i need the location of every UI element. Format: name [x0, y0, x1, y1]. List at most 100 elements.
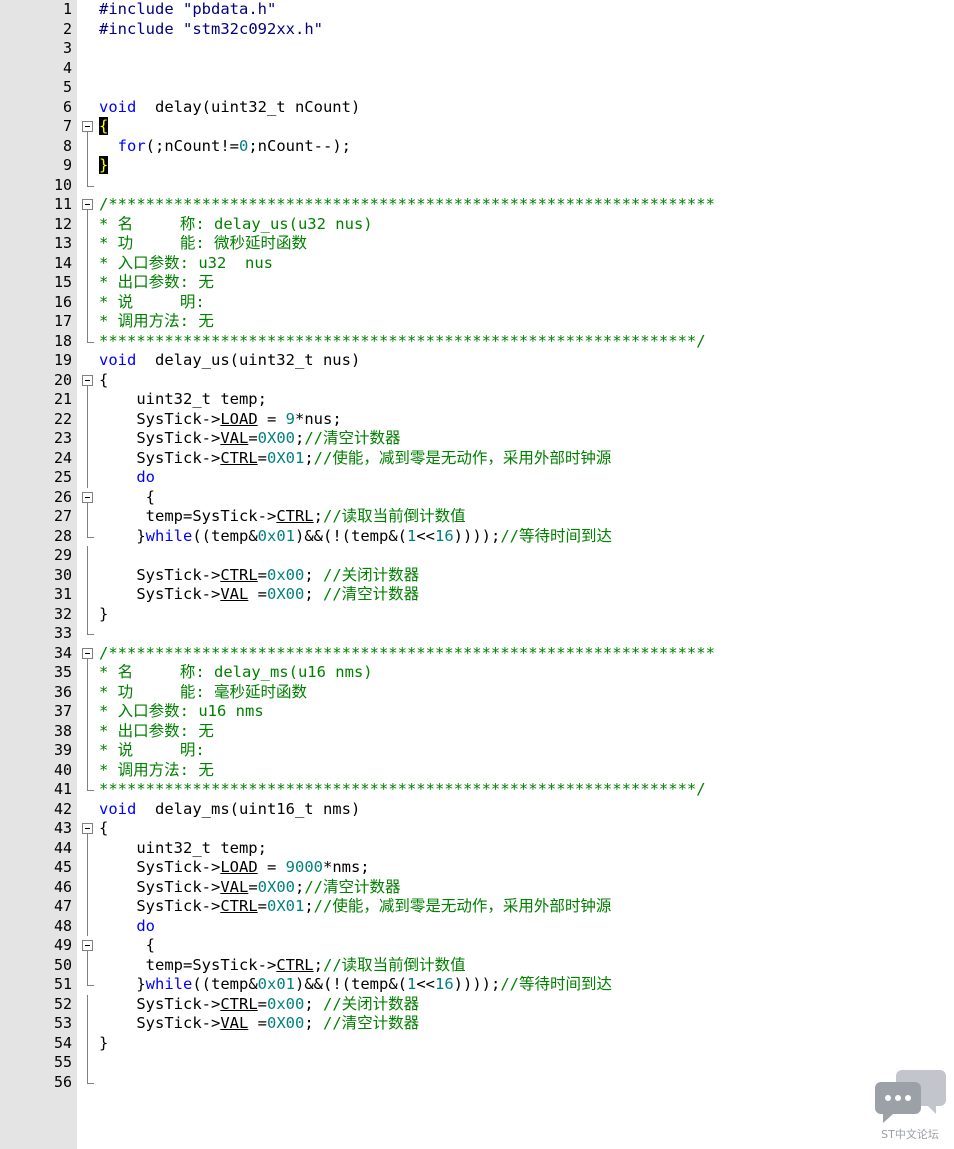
code-line[interactable]: 8 for(;nCount!=0;nCount--);	[0, 136, 954, 157]
code-line[interactable]: 39 * 说 明:	[0, 741, 954, 761]
code-line[interactable]: 5	[0, 78, 954, 98]
code-line[interactable]: 13 * 功 能: 微秒延时函数	[0, 234, 954, 254]
code-line[interactable]: 16 * 说 明:	[0, 292, 954, 313]
code-line[interactable]: 11 /*************************************…	[0, 195, 954, 215]
code-line[interactable]: 18 **************************************…	[0, 331, 954, 352]
code-text[interactable]: {	[99, 488, 155, 508]
fold-collapse-icon[interactable]	[78, 488, 98, 507]
code-line[interactable]: 45 SysTick->LOAD = 9000*nms;	[0, 858, 954, 878]
code-line[interactable]: 43 {	[0, 819, 954, 839]
code-line[interactable]: 30 SysTick->CTRL=0x00; //关闭计数器	[0, 565, 954, 586]
code-line[interactable]: 4	[0, 59, 954, 79]
code-line[interactable]: 7{	[0, 117, 954, 137]
code-text[interactable]: SysTick->CTRL=0X01;//使能，减到零是无动作，采用外部时钟源	[99, 897, 611, 917]
code-text[interactable]: }while((temp&0x01)&&(!(temp&(1<<16))));/…	[99, 975, 612, 995]
code-text[interactable]: * 功 能: 微秒延时函数	[99, 234, 307, 254]
code-text[interactable]: * 名 称: delay_us(u32 nus)	[99, 215, 373, 235]
code-line[interactable]: 1 #include "pbdata.h"	[0, 0, 954, 20]
code-line[interactable]: 52 SysTick->CTRL=0x00; //关闭计数器	[0, 994, 954, 1015]
code-line[interactable]: 28 }while((temp&0x01)&&(!(temp&(1<<16)))…	[0, 526, 954, 547]
code-line[interactable]: 20 {	[0, 371, 954, 391]
code-text[interactable]: * 功 能: 毫秒延时函数	[99, 683, 307, 703]
code-line[interactable]: 32}	[0, 604, 954, 625]
code-text[interactable]: }	[99, 605, 108, 625]
code-line[interactable]: 9}	[0, 156, 954, 176]
code-text[interactable]: }	[99, 1034, 108, 1054]
code-text[interactable]: * 调用方法: 无	[99, 761, 214, 781]
code-line[interactable]: 31 SysTick->VAL =0X00; //清空计数器	[0, 585, 954, 605]
code-line[interactable]: 29	[0, 546, 954, 566]
code-text[interactable]: /***************************************…	[99, 195, 715, 215]
code-text[interactable]: * 出口参数: 无	[99, 273, 214, 293]
code-text[interactable]: {	[99, 936, 155, 956]
code-text[interactable]: * 出口参数: 无	[99, 722, 214, 742]
code-line[interactable]: 14 * 入口参数: u32 nus	[0, 253, 954, 274]
code-text[interactable]: void delay(uint32_t nCount)	[99, 98, 360, 118]
code-text[interactable]: temp=SysTick->CTRL;//读取当前倒计数值	[99, 507, 466, 527]
code-text[interactable]: SysTick->VAL=0X00;//清空计数器	[99, 429, 400, 449]
code-text[interactable]: {	[99, 371, 108, 391]
code-text[interactable]: do	[99, 917, 155, 937]
code-line[interactable]: 21 uint32_t temp;	[0, 390, 954, 410]
code-line[interactable]: 42 void delay_ms(uint16_t nms)	[0, 800, 954, 820]
code-text[interactable]: for(;nCount!=0;nCount--);	[99, 137, 351, 157]
code-line[interactable]: 50 temp=SysTick->CTRL;//读取当前倒计数值	[0, 955, 954, 976]
code-text[interactable]: }while((temp&0x01)&&(!(temp&(1<<16))));/…	[99, 527, 612, 547]
code-line[interactable]: 24 SysTick->CTRL=0X01;//使能，减到零是无动作，采用外部时…	[0, 448, 954, 469]
code-line[interactable]: 19 void delay_us(uint32_t nus)	[0, 351, 954, 371]
code-text[interactable]: void delay_ms(uint16_t nms)	[99, 800, 360, 820]
code-text[interactable]: SysTick->CTRL=0X01;//使能，减到零是无动作，采用外部时钟源	[99, 449, 611, 469]
code-line[interactable]: 56	[0, 1072, 954, 1093]
code-editor[interactable]: 1 #include "pbdata.h" 2 #include "stm32c092…	[0, 0, 954, 1149]
code-text[interactable]: SysTick->LOAD = 9*nus;	[99, 410, 341, 430]
code-line[interactable]: 35 * 名 称: delay_ms(u16 nms)	[0, 663, 954, 683]
fold-collapse-icon[interactable]	[78, 117, 98, 137]
code-text[interactable]: #include "pbdata.h"	[99, 0, 276, 20]
code-text[interactable]: SysTick->VAL =0X00; //清空计数器	[99, 1014, 419, 1034]
code-line[interactable]: 22 SysTick->LOAD = 9*nus;	[0, 409, 954, 430]
code-line[interactable]: 6 void delay(uint32_t nCount)	[0, 98, 954, 118]
code-text[interactable]: void delay_us(uint32_t nus)	[99, 351, 360, 371]
code-text[interactable]: * 说 明:	[99, 293, 205, 313]
code-text[interactable]: SysTick->VAL =0X00; //清空计数器	[99, 585, 419, 605]
fold-collapse-icon[interactable]	[78, 371, 98, 390]
code-text[interactable]: * 入口参数: u32 nus	[99, 254, 273, 274]
code-line[interactable]: 53 SysTick->VAL =0X00; //清空计数器	[0, 1014, 954, 1034]
code-line[interactable]: 15 * 出口参数: 无	[0, 273, 954, 293]
code-text[interactable]: temp=SysTick->CTRL;//读取当前倒计数值	[99, 956, 466, 976]
code-text[interactable]: SysTick->LOAD = 9000*nms;	[99, 858, 369, 878]
code-text[interactable]: SysTick->VAL=0X00;//清空计数器	[99, 878, 400, 898]
code-line[interactable]: 23 SysTick->VAL=0X00;//清空计数器	[0, 429, 954, 449]
code-text[interactable]: do	[99, 468, 155, 488]
code-line[interactable]: 44 uint32_t temp;	[0, 838, 954, 859]
code-text[interactable]: SysTick->CTRL=0x00; //关闭计数器	[99, 995, 419, 1015]
code-line[interactable]: 17 * 调用方法: 无	[0, 312, 954, 332]
code-line[interactable]: 48 do	[0, 916, 954, 937]
code-line[interactable]: 55	[0, 1053, 954, 1073]
code-line[interactable]: 12 * 名 称: delay_us(u32 nus)	[0, 214, 954, 235]
code-text[interactable]: * 入口参数: u16 nms	[99, 702, 264, 722]
fold-collapse-icon[interactable]	[78, 644, 98, 663]
code-line[interactable]: 3	[0, 39, 954, 59]
fold-collapse-icon[interactable]	[78, 936, 98, 956]
code-line[interactable]: 37 * 入口参数: u16 nms	[0, 702, 954, 722]
code-text[interactable]: ****************************************…	[99, 332, 706, 352]
code-text[interactable]: /***************************************…	[99, 644, 715, 664]
code-line[interactable]: 2 #include "stm32c092xx.h"	[0, 20, 954, 40]
code-line[interactable]: 41 **************************************…	[0, 780, 954, 800]
code-text[interactable]: * 调用方法: 无	[99, 312, 214, 332]
code-text[interactable]: {	[99, 819, 108, 839]
fold-collapse-icon[interactable]	[78, 819, 98, 839]
code-text[interactable]: * 说 明:	[99, 741, 205, 761]
code-line[interactable]: 40 * 调用方法: 无	[0, 760, 954, 781]
code-line[interactable]: 33	[0, 624, 954, 644]
code-line[interactable]: 25 do	[0, 468, 954, 488]
code-text[interactable]: SysTick->CTRL=0x00; //关闭计数器	[99, 566, 419, 586]
code-line[interactable]: 51 }while((temp&0x01)&&(!(temp&(1<<16)))…	[0, 975, 954, 995]
code-line[interactable]: 27 temp=SysTick->CTRL;//读取当前倒计数值	[0, 507, 954, 527]
code-line[interactable]: 10	[0, 175, 954, 196]
code-text[interactable]: uint32_t temp;	[99, 839, 267, 859]
code-line[interactable]: 26 {	[0, 488, 954, 508]
code-text[interactable]: * 名 称: delay_ms(u16 nms)	[99, 663, 373, 683]
code-line[interactable]: 46 SysTick->VAL=0X00;//清空计数器	[0, 877, 954, 898]
